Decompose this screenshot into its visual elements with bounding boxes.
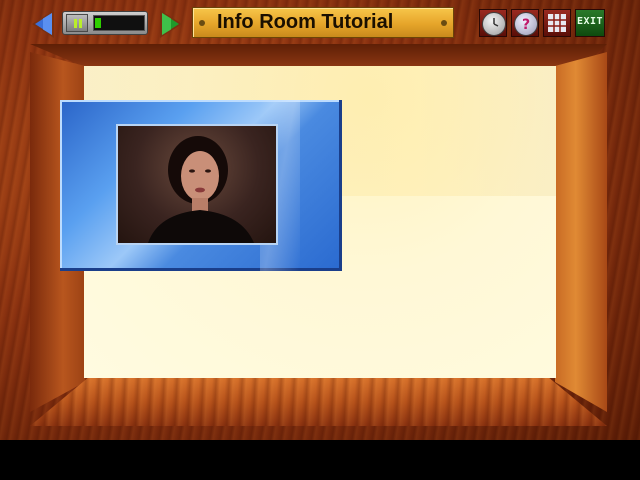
clock-icon	[482, 12, 506, 36]
page-title: Info Room Tutorial	[217, 11, 394, 33]
exit-label: EXIT	[576, 16, 604, 27]
left-arrow-icon	[32, 10, 54, 38]
screw-icon	[199, 20, 205, 26]
exit-button[interactable]: EXIT	[575, 9, 605, 37]
svg-text:?: ?	[522, 17, 530, 33]
grid-button[interactable]	[543, 9, 571, 37]
help-button[interactable]: ?	[511, 9, 539, 37]
pause-button[interactable]	[66, 14, 88, 32]
question-mark-icon: ?	[514, 12, 538, 36]
frame-bottom-shelf	[30, 378, 607, 426]
grid-icon	[548, 14, 566, 32]
presenter-video	[148, 136, 254, 243]
media-controls	[62, 11, 148, 35]
title-plate: Info Room Tutorial	[192, 7, 454, 38]
frame-right	[555, 52, 607, 412]
back-button[interactable]	[30, 8, 56, 40]
frame-top	[30, 44, 607, 66]
video-screen	[116, 124, 278, 245]
pause-icon	[74, 19, 77, 28]
screw-icon	[441, 20, 447, 26]
right-arrow-icon	[160, 10, 182, 38]
history-button[interactable]	[479, 9, 507, 37]
forward-button[interactable]	[158, 8, 184, 40]
wooden-frame	[0, 0, 640, 440]
playback-progress-fill	[95, 18, 101, 28]
playback-progress[interactable]	[93, 15, 145, 31]
pause-icon-bar	[79, 19, 82, 28]
